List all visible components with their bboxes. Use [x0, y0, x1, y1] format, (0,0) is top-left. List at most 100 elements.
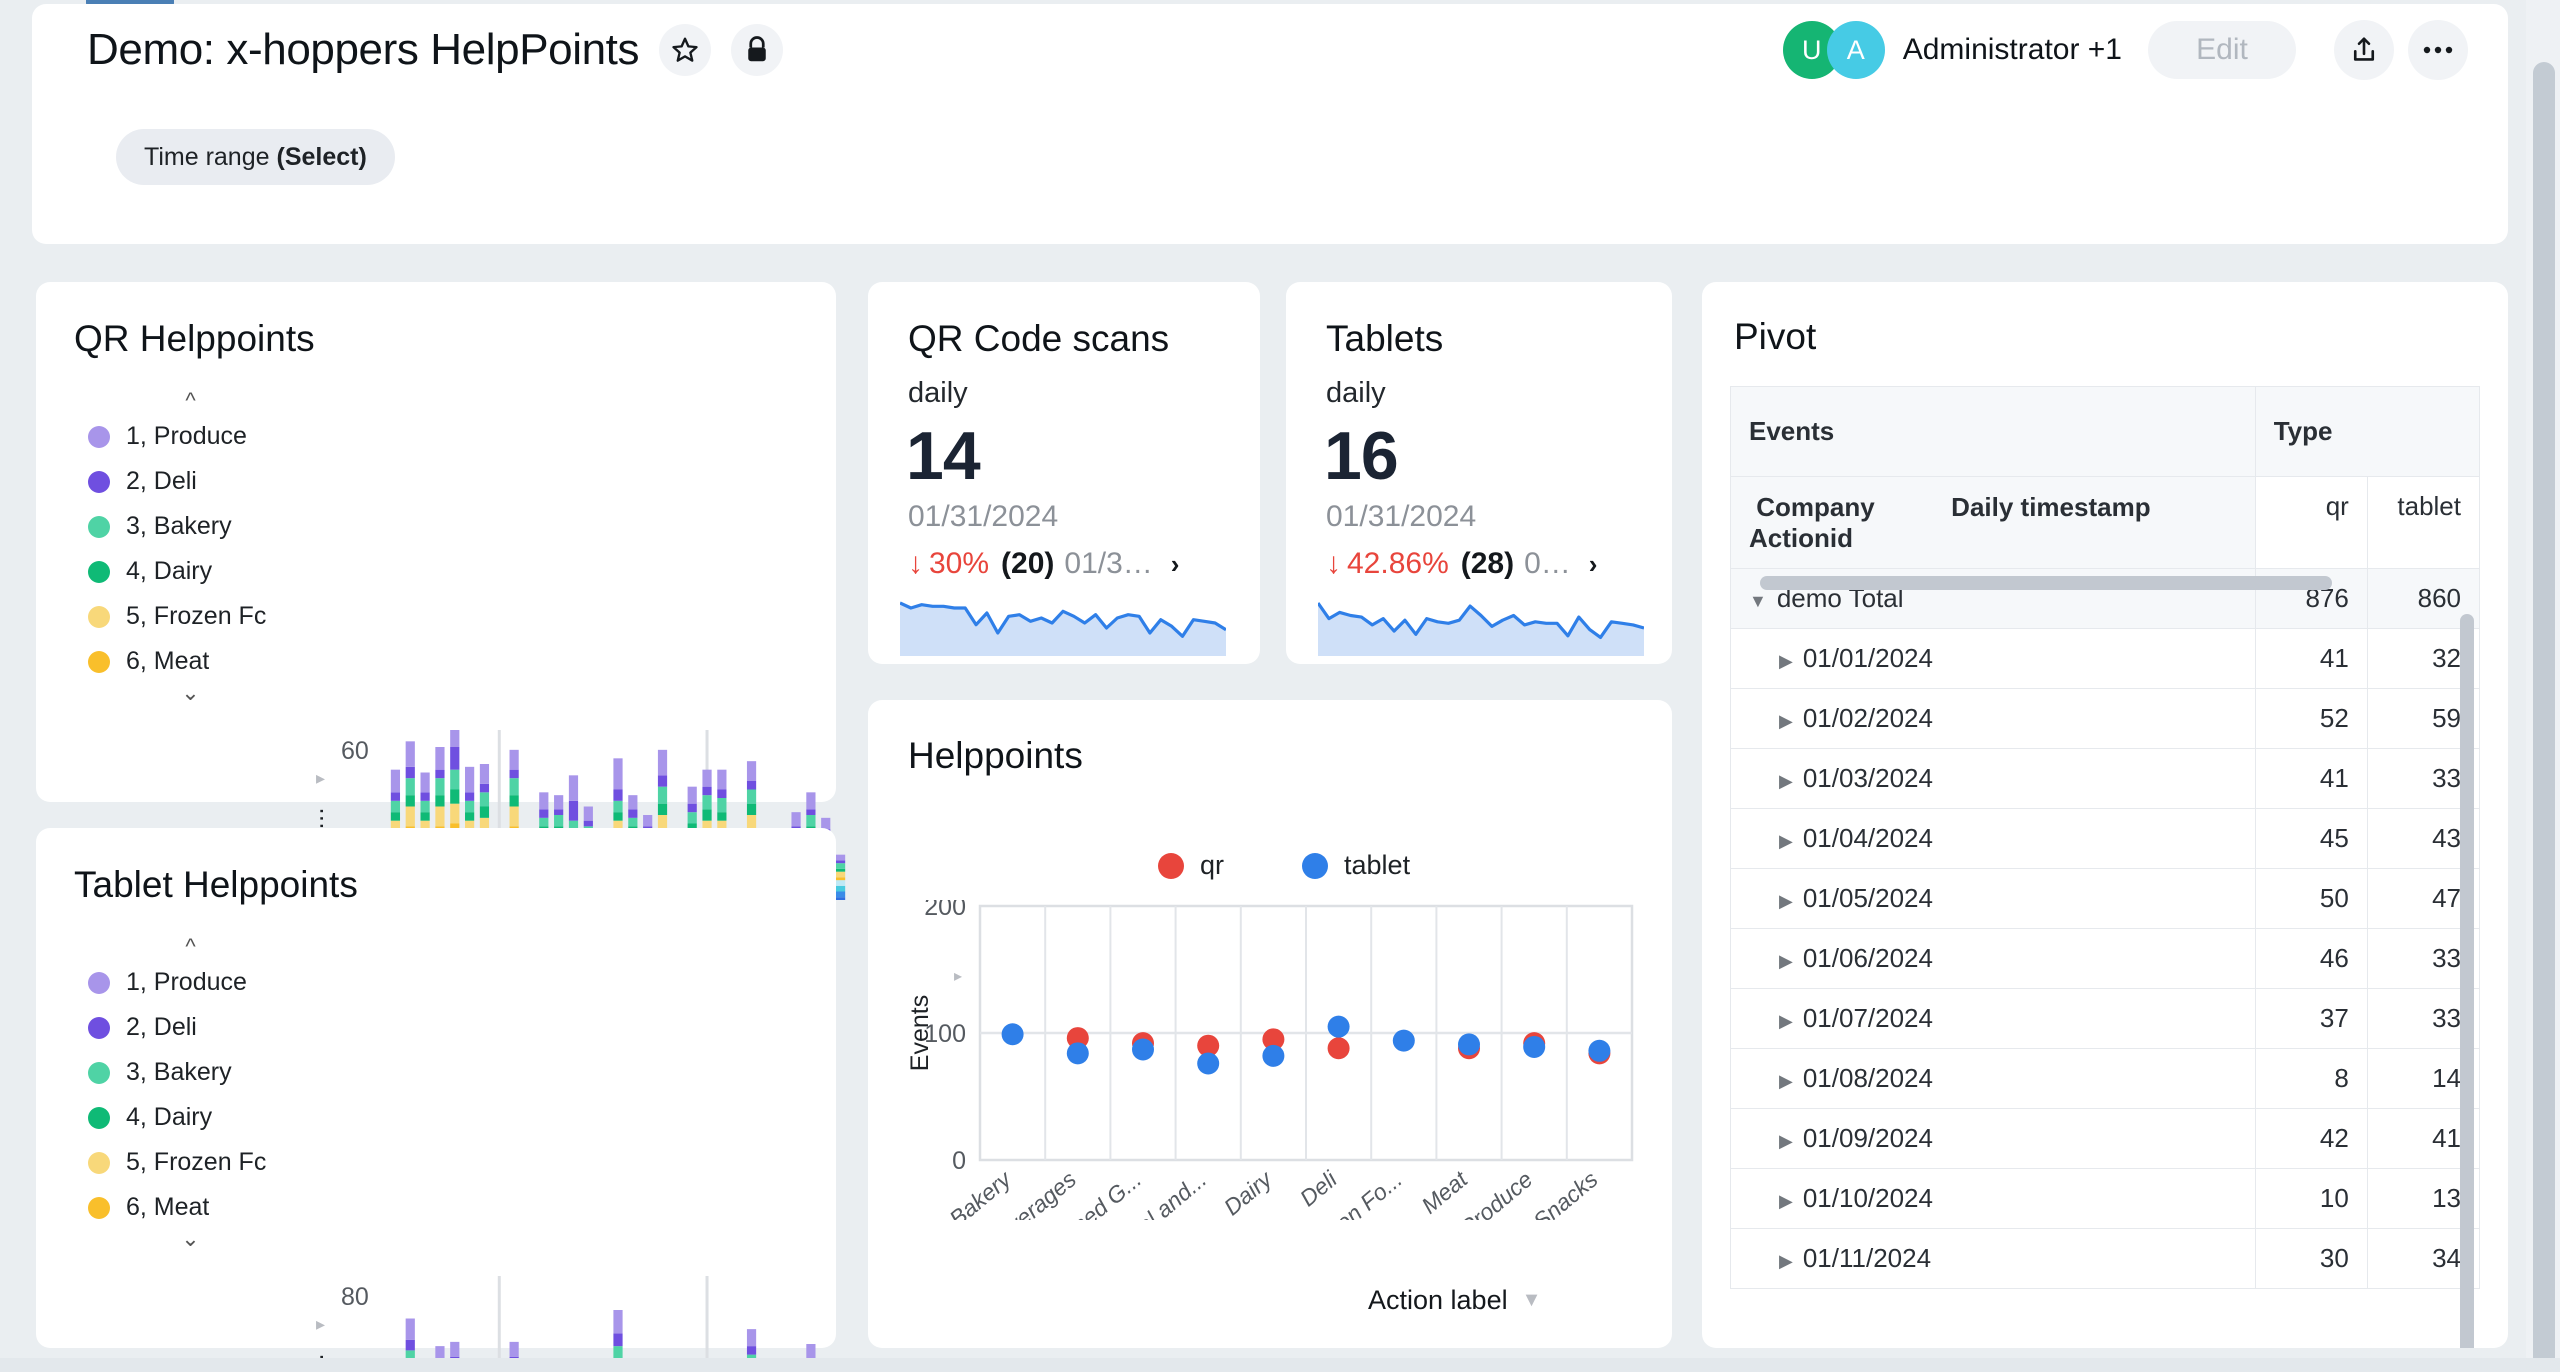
- arrow-down-icon: ↓: [1326, 547, 1341, 580]
- kpi-title: QR Code scans: [908, 318, 1170, 359]
- tablets-kpi-card[interactable]: Tablets daily 16 01/31/2024 ↓ 42.86% (28…: [1286, 282, 1672, 664]
- bottom-strip: [0, 1358, 2560, 1372]
- chevron-down-icon[interactable]: ▼: [1522, 1289, 1542, 1312]
- scatter-axis-control[interactable]: Action label ▼: [1368, 1285, 1541, 1316]
- legend-item[interactable]: 3, Bakery: [88, 1050, 293, 1095]
- series-expand-icon[interactable]: ▸: [316, 1314, 325, 1335]
- helppoints-scatter-plot[interactable]: 0100200Events▸BakeryBeveragesCanned G...…: [908, 900, 1638, 1220]
- table-row[interactable]: ▶ 01/03/2024 41 33: [1730, 748, 2480, 809]
- legend-item[interactable]: 1, Produce: [88, 414, 293, 459]
- tablets-kpi-sparkline: [1318, 602, 1644, 656]
- tablet-y-tick-max: 80: [341, 1283, 369, 1311]
- legend-item[interactable]: 2, Deli: [88, 459, 293, 504]
- triangle-right-icon[interactable]: ▶: [1779, 651, 1793, 672]
- legend-scroll-up-icon[interactable]: ^: [88, 936, 293, 960]
- kpi-delta-count: (20): [1001, 547, 1055, 580]
- pivot-row-label: ▶ 01/06/2024: [1730, 928, 2256, 989]
- legend-item[interactable]: 2, Deli: [88, 1005, 293, 1050]
- triangle-right-icon[interactable]: ▶: [1779, 951, 1793, 972]
- arrow-down-icon: ↓: [908, 547, 923, 580]
- triangle-right-icon[interactable]: ▶: [1779, 1071, 1793, 1092]
- legend-label: tablet: [1344, 850, 1411, 880]
- qr-code-scans-kpi-card[interactable]: QR Code scans daily 14 01/31/2024 ↓ 30% …: [868, 282, 1260, 664]
- legend-scroll-up-icon[interactable]: ^: [88, 390, 293, 414]
- table-row[interactable]: ▶ 01/10/2024 10 13: [1730, 1168, 2480, 1229]
- pivot-row-label: ▶ 01/05/2024: [1730, 868, 2256, 929]
- legend-scroll-down-icon[interactable]: ⌄: [88, 1228, 293, 1252]
- triangle-right-icon[interactable]: ▶: [1779, 891, 1793, 912]
- kpi-date: 01/31/2024: [908, 500, 1059, 533]
- triangle-right-icon[interactable]: ▶: [1779, 831, 1793, 852]
- legend-item[interactable]: 4, Dairy: [88, 549, 293, 594]
- series-expand-icon[interactable]: ▸: [316, 768, 325, 789]
- time-range-filter[interactable]: Time range (Select): [116, 129, 395, 185]
- table-row[interactable]: ▶ 01/05/2024 50 47: [1730, 868, 2480, 929]
- pivot-measure-qr[interactable]: qr: [2254, 476, 2368, 569]
- table-row[interactable]: ▶ 01/11/2024 30 34: [1730, 1228, 2480, 1289]
- legend-label: 5, Frozen Fc: [126, 602, 267, 630]
- svg-text:Events: Events: [908, 995, 934, 1071]
- table-row[interactable]: ▶ 01/02/2024 52 59: [1730, 688, 2480, 749]
- table-row[interactable]: ▶ 01/09/2024 42 41: [1730, 1108, 2480, 1169]
- avatar-group[interactable]: U A: [1782, 21, 1885, 79]
- pivot-row-label: ▶ 01/04/2024: [1730, 808, 2256, 869]
- table-row[interactable]: ▶ 01/06/2024 46 33: [1730, 928, 2480, 989]
- chevron-right-icon[interactable]: ›: [1171, 549, 1180, 580]
- tablet-helppoints-title: Tablet Helppoints: [74, 864, 358, 905]
- legend-item[interactable]: 6, Meat: [88, 639, 293, 684]
- legend-item[interactable]: 1, Produce: [88, 960, 293, 1005]
- table-row[interactable]: ▶ 01/01/2024 41 32: [1730, 628, 2480, 689]
- pivot-cell-qr: 30: [2254, 1228, 2368, 1289]
- triangle-right-icon[interactable]: ▶: [1779, 1131, 1793, 1152]
- legend-label: 2, Deli: [126, 467, 197, 495]
- pivot-col-daily-timestamp[interactable]: Daily timestamp: [1951, 492, 2150, 522]
- tablet-helppoints-legend: ^ 1, Produce 2, Deli 3, Bakery 4, Dairy …: [88, 936, 293, 1252]
- pivot-cell-qr: 10: [2254, 1168, 2368, 1229]
- pivot-table-wrapper[interactable]: Events Type Company Daily timestamp Acti…: [1730, 386, 2480, 1348]
- star-icon[interactable]: [659, 24, 712, 76]
- table-row[interactable]: ▶ 01/04/2024 45 43: [1730, 808, 2480, 869]
- legend-item[interactable]: 4, Dairy: [88, 1095, 293, 1140]
- legend-label: 1, Produce: [126, 422, 247, 450]
- legend-item[interactable]: 5, Frozen Fc: [88, 594, 293, 639]
- pivot-horizontal-scrollbar[interactable]: [1760, 576, 2332, 590]
- share-icon[interactable]: [2334, 20, 2394, 80]
- legend-color-swatch: [88, 1106, 110, 1129]
- triangle-right-icon[interactable]: ▶: [1779, 1011, 1793, 1032]
- table-row[interactable]: ▶ 01/07/2024 37 33: [1730, 988, 2480, 1049]
- page-scrollbar-track[interactable]: [2526, 0, 2560, 1372]
- triangle-down-icon[interactable]: ▼: [1749, 591, 1767, 612]
- triangle-right-icon[interactable]: ▶: [1779, 1191, 1793, 1212]
- qr-helppoints-legend: ^ 1, Produce 2, Deli 3, Bakery 4, Dairy …: [88, 390, 293, 706]
- table-row[interactable]: ▶ 01/08/2024 8 14: [1730, 1048, 2480, 1109]
- avatar: A: [1826, 21, 1885, 79]
- triangle-right-icon[interactable]: ▶: [1779, 1251, 1793, 1272]
- chevron-right-icon[interactable]: ›: [1589, 549, 1598, 580]
- edit-button[interactable]: Edit: [2148, 21, 2296, 79]
- pivot-col-company[interactable]: Company: [1756, 492, 1874, 522]
- legend-item[interactable]: 6, Meat: [88, 1185, 293, 1230]
- legend-item[interactable]: 3, Bakery: [88, 504, 293, 549]
- legend-label: 4, Dairy: [126, 1103, 213, 1131]
- triangle-right-icon[interactable]: ▶: [1779, 711, 1793, 732]
- legend-color-swatch: [1158, 852, 1184, 879]
- svg-text:200: 200: [924, 900, 966, 921]
- kpi-subtitle: daily: [908, 377, 968, 409]
- pivot-row-label: ▶ 01/02/2024: [1730, 688, 2256, 749]
- triangle-right-icon[interactable]: ▶: [1779, 771, 1793, 792]
- pivot-table: Events Type Company Daily timestamp Acti…: [1730, 386, 2480, 1289]
- lock-icon[interactable]: [731, 24, 784, 76]
- more-icon[interactable]: [2408, 20, 2468, 80]
- legend-item[interactable]: 5, Frozen Fc: [88, 1140, 293, 1185]
- legend-label: 6, Meat: [126, 647, 210, 675]
- pivot-measure-tablet[interactable]: tablet: [2366, 476, 2480, 569]
- pivot-cell-qr: 50: [2254, 868, 2368, 929]
- page-scrollbar-thumb[interactable]: [2533, 62, 2555, 1372]
- pivot-col-actionid[interactable]: Actionid: [1749, 523, 1853, 553]
- legend-scroll-down-icon[interactable]: ⌄: [88, 682, 293, 706]
- kpi-delta-percent: 42.86%: [1347, 547, 1449, 580]
- title-row: Demo: x-hoppers HelpPoints: [87, 24, 784, 76]
- legend-color-swatch: [88, 1196, 110, 1219]
- pivot-vertical-scrollbar[interactable]: [2460, 614, 2474, 1348]
- svg-text:Dairy: Dairy: [1219, 1165, 1278, 1220]
